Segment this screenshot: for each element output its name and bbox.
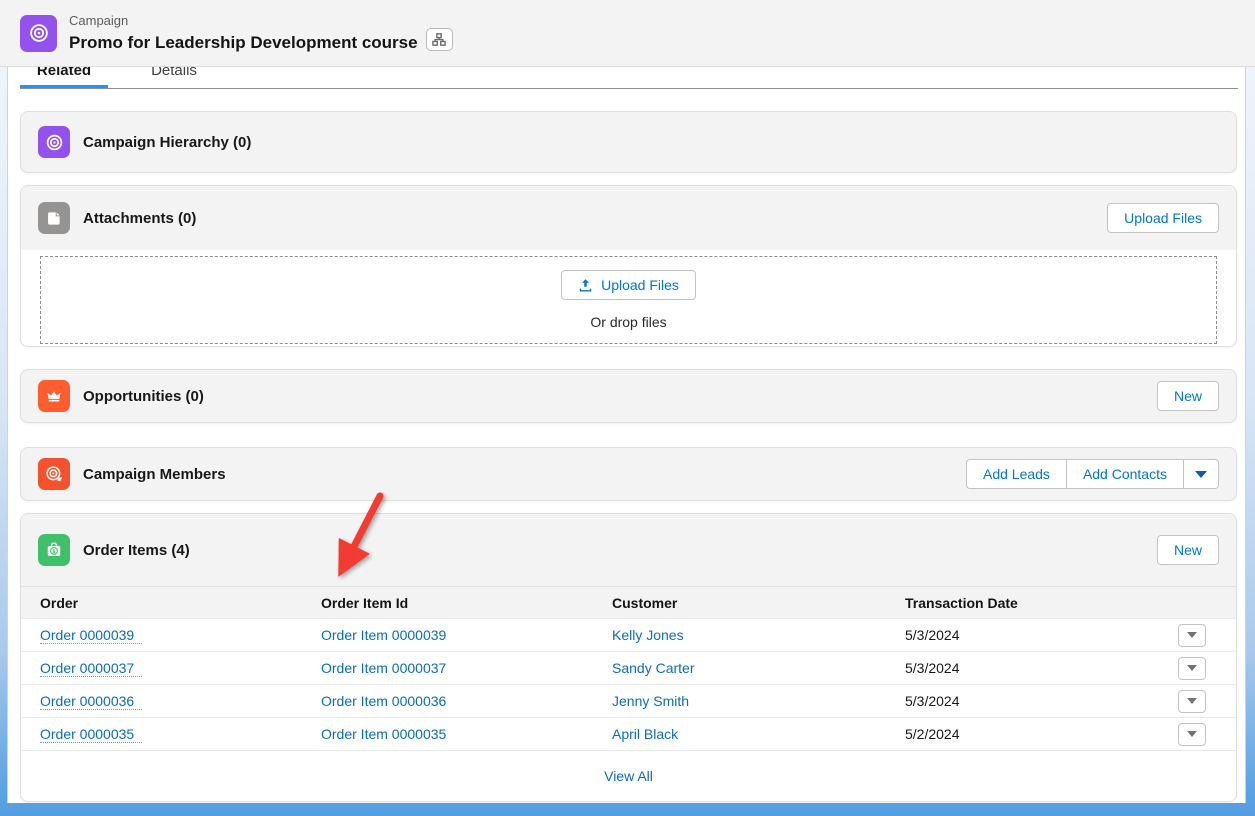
view-campaign-hierarchy-button[interactable] <box>426 28 453 51</box>
hierarchy-icon <box>432 33 446 46</box>
bullseye-icon <box>27 21 51 45</box>
chevron-down-icon <box>1187 632 1197 638</box>
chevron-down-icon <box>1187 665 1197 671</box>
order-items-title[interactable]: Order Items (4) <box>83 542 190 559</box>
campaign-members-card: Campaign Members Add Leads Add Contacts <box>20 447 1237 501</box>
opportunities-card: Opportunities (0) New <box>20 369 1237 423</box>
order-items-card: $ Order Items (4) New Order Order Item I… <box>20 513 1237 802</box>
row-actions-cell <box>1178 657 1236 680</box>
new-opportunity-button[interactable]: New <box>1157 381 1219 411</box>
customer-link[interactable]: April Black <box>612 726 686 742</box>
order-items-table-header: Order Order Item Id Customer Transaction… <box>21 586 1236 618</box>
dropzone-upload-files-button[interactable]: Upload Files <box>561 270 696 300</box>
order-items-icon: $ <box>38 534 70 566</box>
tab-related-label: Related <box>20 67 108 81</box>
entity-label: Campaign <box>69 13 453 28</box>
add-leads-button[interactable]: Add Leads <box>966 459 1066 489</box>
order-item-link[interactable]: Order Item 0000037 <box>321 660 454 676</box>
opportunities-title[interactable]: Opportunities (0) <box>83 388 204 405</box>
order-link[interactable]: Order 0000036 <box>40 693 142 710</box>
campaign-members-more-actions-button[interactable] <box>1183 459 1219 489</box>
order-item-link[interactable]: Order Item 0000039 <box>321 627 454 643</box>
campaign-members-icon <box>38 458 70 490</box>
chevron-down-icon <box>1195 471 1207 478</box>
column-header-customer[interactable]: Customer <box>612 595 905 611</box>
attachments-card: Attachments (0) Upload Files Upload File… <box>20 185 1237 347</box>
transaction-date: 5/3/2024 <box>905 627 1178 643</box>
table-row: Order 0000037 Order Item 0000037 Sandy Car… <box>21 651 1236 684</box>
opportunities-icon <box>38 380 70 412</box>
table-row: Order 0000035 Order Item 0000035 April Bla… <box>21 717 1236 750</box>
column-header-transaction-date[interactable]: Transaction Date <box>905 595 1178 611</box>
row-actions-button[interactable] <box>1178 624 1206 647</box>
row-actions-button[interactable] <box>1178 690 1206 713</box>
upload-files-button[interactable]: Upload Files <box>1107 203 1219 233</box>
row-actions-button[interactable] <box>1178 657 1206 680</box>
record-tabs: Related Details <box>20 67 1238 89</box>
attachments-icon <box>38 202 70 234</box>
transaction-date: 5/3/2024 <box>905 693 1178 709</box>
campaign-hierarchy-icon <box>38 126 70 158</box>
order-item-link[interactable]: Order Item 0000036 <box>321 693 454 709</box>
campaign-entity-icon <box>20 15 57 52</box>
new-order-item-button[interactable]: New <box>1157 535 1219 565</box>
view-all-row: View All <box>21 750 1236 801</box>
svg-text:$: $ <box>52 549 56 555</box>
record-page-header: Campaign Promo for Leadership Developmen… <box>0 0 1255 67</box>
order-link[interactable]: Order 0000039 <box>40 627 142 644</box>
campaign-members-title[interactable]: Campaign Members <box>83 466 226 483</box>
customer-link[interactable]: Kelly Jones <box>612 627 692 643</box>
order-link[interactable]: Order 0000035 <box>40 726 142 743</box>
attachments-title[interactable]: Attachments (0) <box>83 210 196 227</box>
related-tab-panel: Related Details Campaign Hierarchy (0) A… <box>7 67 1246 803</box>
tab-related[interactable]: Related <box>20 67 108 89</box>
drop-files-hint: Or drop files <box>590 314 666 330</box>
transaction-date: 5/2/2024 <box>905 726 1178 742</box>
customer-link[interactable]: Sandy Carter <box>612 660 702 676</box>
campaign-hierarchy-card: Campaign Hierarchy (0) <box>20 111 1237 173</box>
upload-icon <box>578 278 593 293</box>
transaction-date: 5/3/2024 <box>905 660 1178 676</box>
file-dropzone[interactable]: Upload Files Or drop files <box>40 256 1217 344</box>
page-title: Promo for Leadership Development course <box>69 32 418 53</box>
view-all-link[interactable]: View All <box>604 768 653 784</box>
tab-details-label: Details <box>128 67 220 81</box>
row-actions-cell <box>1178 690 1236 713</box>
customer-link[interactable]: Jenny Smith <box>612 693 697 709</box>
order-items-rows: Order 0000039 Order Item 0000039 Kelly Jon… <box>21 618 1236 750</box>
row-actions-button[interactable] <box>1178 723 1206 746</box>
order-link[interactable]: Order 0000037 <box>40 660 142 677</box>
campaign-hierarchy-title[interactable]: Campaign Hierarchy (0) <box>83 134 251 151</box>
column-header-order[interactable]: Order <box>40 595 321 611</box>
row-actions-cell <box>1178 723 1236 746</box>
table-row: Order 0000036 Order Item 0000036 Jenny Smi… <box>21 684 1236 717</box>
table-row: Order 0000039 Order Item 0000039 Kelly Jon… <box>21 618 1236 651</box>
chevron-down-icon <box>1187 698 1197 704</box>
tab-details[interactable]: Details <box>128 67 220 89</box>
dropzone-upload-label: Upload Files <box>601 277 679 293</box>
column-header-order-item-id[interactable]: Order Item Id <box>321 595 612 611</box>
order-item-link[interactable]: Order Item 0000035 <box>321 726 454 742</box>
row-actions-cell <box>1178 624 1236 647</box>
chevron-down-icon <box>1187 731 1197 737</box>
add-contacts-button[interactable]: Add Contacts <box>1066 459 1183 489</box>
